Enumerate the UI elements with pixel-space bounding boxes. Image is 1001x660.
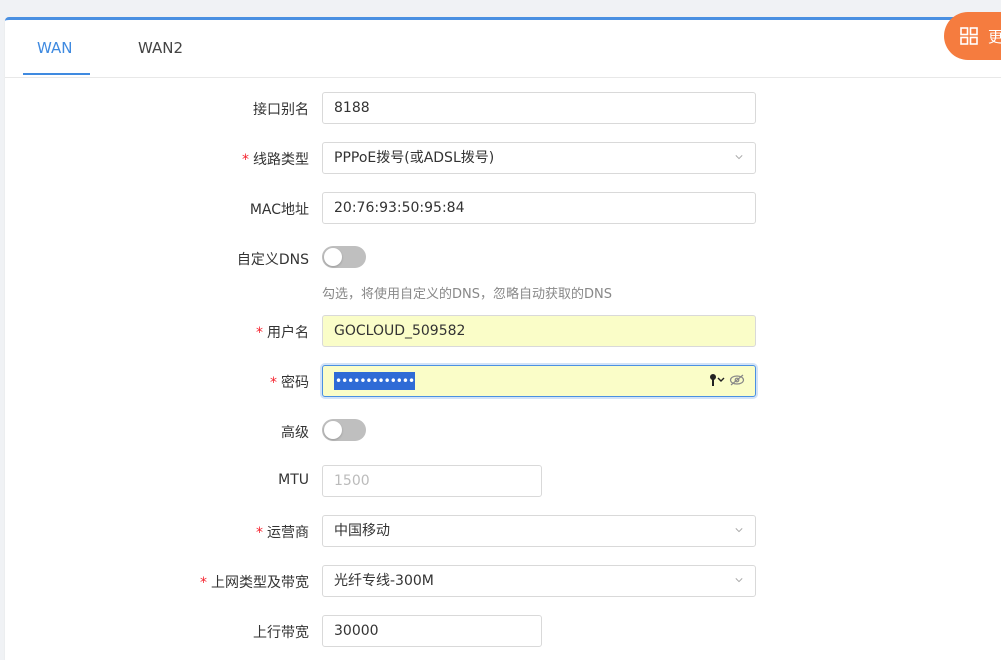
alias-label: 接口别名 bbox=[253, 102, 309, 118]
wan-settings-card: WAN WAN2 接口别名 8188 * 线路类型 PPPoE拨号(或ADSL拨号… bbox=[5, 17, 1001, 660]
chevron-down-icon bbox=[735, 155, 743, 160]
custom-dns-hint: 勾选，将使用自定义的DNS，忽略自动获取的DNS bbox=[322, 287, 612, 302]
advanced-toggle[interactable] bbox=[322, 419, 366, 441]
advanced-label: 高级 bbox=[281, 425, 309, 441]
custom-dns-toggle[interactable] bbox=[322, 246, 366, 268]
required-mark: * bbox=[200, 575, 207, 591]
eye-off-icon[interactable] bbox=[729, 373, 745, 387]
key-icon[interactable] bbox=[709, 373, 725, 387]
line-type-value: PPPoE拨号(或ADSL拨号) bbox=[334, 150, 495, 166]
required-mark: * bbox=[256, 525, 263, 541]
net-type-label: * 上网类型及带宽 bbox=[200, 572, 309, 592]
custom-dns-label: 自定义DNS bbox=[236, 252, 309, 268]
net-type-label-text: 上网类型及带宽 bbox=[211, 575, 309, 591]
password-icons bbox=[709, 373, 745, 387]
username-input[interactable]: GOCLOUD_509582 bbox=[322, 315, 756, 347]
toggle-knob bbox=[324, 248, 342, 266]
line-type-select[interactable]: PPPoE拨号(或ADSL拨号) bbox=[322, 142, 756, 174]
password-label: * 密码 bbox=[270, 372, 309, 392]
more-floating-label: 更 bbox=[988, 27, 1001, 46]
isp-label: * 运营商 bbox=[256, 522, 309, 542]
line-type-label: * 线路类型 bbox=[242, 149, 309, 169]
more-floating-button[interactable]: 更 bbox=[944, 12, 1001, 60]
username-label-text: 用户名 bbox=[267, 325, 309, 341]
upstream-label: 上行带宽 bbox=[253, 625, 309, 641]
required-mark: * bbox=[242, 152, 249, 168]
line-type-label-text: 线路类型 bbox=[253, 152, 309, 168]
grid-icon bbox=[960, 27, 978, 45]
toggle-knob bbox=[324, 421, 342, 439]
username-label: * 用户名 bbox=[256, 322, 309, 342]
tab-bar: WAN WAN2 bbox=[5, 20, 1001, 78]
isp-label-text: 运营商 bbox=[267, 525, 309, 541]
required-mark: * bbox=[270, 375, 277, 391]
net-type-value: 光纤专线-300M bbox=[334, 573, 434, 589]
password-masked-value: ••••••••••••• bbox=[334, 372, 415, 390]
net-type-select[interactable]: 光纤专线-300M bbox=[322, 565, 756, 597]
tab-wan[interactable]: WAN bbox=[37, 20, 73, 77]
mtu-label: MTU bbox=[278, 472, 309, 488]
active-tab-indicator bbox=[23, 73, 90, 75]
chevron-down-icon bbox=[735, 528, 743, 533]
upstream-input[interactable]: 30000 bbox=[322, 615, 542, 647]
chevron-down-icon bbox=[735, 578, 743, 583]
isp-value: 中国移动 bbox=[334, 523, 390, 539]
mac-label: MAC地址 bbox=[249, 202, 309, 218]
isp-select[interactable]: 中国移动 bbox=[322, 515, 756, 547]
mac-input[interactable]: 20:76:93:50:95:84 bbox=[322, 192, 756, 224]
password-label-text: 密码 bbox=[281, 375, 309, 391]
mtu-input[interactable]: 1500 bbox=[322, 465, 542, 497]
required-mark: * bbox=[256, 325, 263, 341]
password-input[interactable]: ••••••••••••• bbox=[322, 365, 756, 397]
alias-input[interactable]: 8188 bbox=[322, 92, 756, 124]
tab-wan2[interactable]: WAN2 bbox=[138, 20, 183, 77]
